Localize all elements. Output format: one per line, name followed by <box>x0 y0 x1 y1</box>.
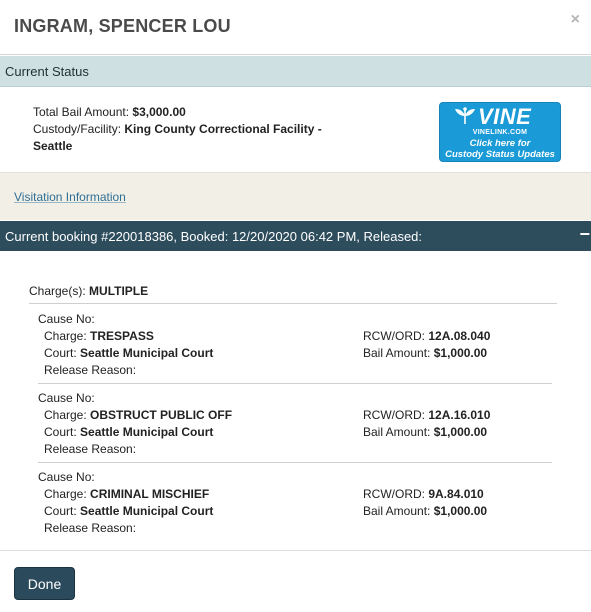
bail-amount-row: Bail Amount: $1,000.00 <box>363 504 487 518</box>
charge-label: Charge: <box>44 329 87 343</box>
rcw-row: RCW/ORD: 9A.84.010 <box>363 487 484 501</box>
cause-number-label: Cause No: <box>38 312 95 326</box>
vine-cta-line1: Click here for <box>469 138 531 149</box>
court-label: Court: <box>44 504 77 518</box>
charge-item: Cause No: Charge: CRIMINAL MISCHIEF Cour… <box>0 470 591 548</box>
vine-logo: VINE <box>454 104 548 129</box>
vine-site-text: VINELINK.COM <box>472 129 528 136</box>
total-bail-row: Total Bail Amount: $3,000.00 <box>33 104 186 121</box>
bail-amount-value: $1,000.00 <box>433 346 488 360</box>
charge-item: Cause No: Charge: OBSTRUCT PUBLIC OFF Co… <box>0 391 591 469</box>
current-status-title: Current Status <box>5 64 89 79</box>
custody-facility-label: Custody/Facility: <box>33 122 122 136</box>
court-row: Court: Seattle Municipal Court <box>44 346 213 360</box>
charges-summary: Charge(s): MULTIPLE <box>29 284 148 298</box>
charge-value: OBSTRUCT PUBLIC OFF <box>90 408 233 422</box>
charge-value: CRIMINAL MISCHIEF <box>90 487 210 501</box>
charges-value: MULTIPLE <box>89 284 149 298</box>
court-value: Seattle Municipal Court <box>80 346 214 360</box>
court-label: Court: <box>44 346 77 360</box>
bail-amount-label: Bail Amount: <box>363 504 431 518</box>
charge-value: TRESPASS <box>90 329 154 343</box>
bail-amount-label: Bail Amount: <box>363 425 431 439</box>
divider <box>38 462 552 463</box>
release-reason-label: Release Reason: <box>44 521 137 535</box>
bail-amount-value: $1,000.00 <box>433 504 488 518</box>
charges-label: Charge(s): <box>29 284 86 298</box>
custody-facility-row: Custody/Facility: King County Correction… <box>33 121 353 155</box>
vine-cta-line2: Custody Status Updates <box>445 149 555 160</box>
release-reason-label: Release Reason: <box>44 442 137 456</box>
visitation-information-link[interactable]: Visitation Information <box>14 190 126 204</box>
bail-amount-row: Bail Amount: $1,000.00 <box>363 425 487 439</box>
charge-row: Charge: OBSTRUCT PUBLIC OFF <box>44 408 232 422</box>
rcw-value: 12A.16.010 <box>428 408 491 422</box>
total-bail-label: Total Bail Amount: <box>33 105 130 119</box>
current-booking-title: Current booking #220018386, Booked: 12/2… <box>5 229 423 244</box>
court-row: Court: Seattle Municipal Court <box>44 425 213 439</box>
charge-label: Charge: <box>44 408 87 422</box>
court-value: Seattle Municipal Court <box>80 504 214 518</box>
rcw-row: RCW/ORD: 12A.08.040 <box>363 329 490 343</box>
charge-row: Charge: CRIMINAL MISCHIEF <box>44 487 209 501</box>
divider <box>38 383 552 384</box>
footer-divider <box>0 550 591 551</box>
total-bail-value: $3,000.00 <box>132 105 186 119</box>
rcw-value: 12A.08.040 <box>428 329 491 343</box>
collapse-icon[interactable]: − <box>579 224 590 245</box>
current-booking-header[interactable]: Current booking #220018386, Booked: 12/2… <box>0 221 591 251</box>
court-row: Court: Seattle Municipal Court <box>44 504 213 518</box>
inmate-name-title: INGRAM, SPENCER LOU <box>14 16 231 36</box>
inmate-details-modal: INGRAM, SPENCER LOU × Current Status Tot… <box>0 0 591 612</box>
cause-number-label: Cause No: <box>38 391 95 405</box>
rcw-row: RCW/ORD: 12A.16.010 <box>363 408 490 422</box>
cause-number-label: Cause No: <box>38 470 95 484</box>
court-value: Seattle Municipal Court <box>80 425 214 439</box>
court-label: Court: <box>44 425 77 439</box>
vine-custody-updates-button[interactable]: VINE VINELINK.COM Click here for Custody… <box>439 102 561 162</box>
bail-amount-label: Bail Amount: <box>363 346 431 360</box>
vine-leaf-icon <box>455 107 475 125</box>
divider <box>29 303 557 304</box>
rcw-label: RCW/ORD: <box>363 487 425 501</box>
rcw-value: 9A.84.010 <box>428 487 484 501</box>
close-icon[interactable]: × <box>571 12 580 28</box>
rcw-label: RCW/ORD: <box>363 329 425 343</box>
release-reason-label: Release Reason: <box>44 363 137 377</box>
vine-logo-text: VINE <box>478 104 532 129</box>
bail-amount-row: Bail Amount: $1,000.00 <box>363 346 487 360</box>
bail-amount-value: $1,000.00 <box>433 425 488 439</box>
rcw-label: RCW/ORD: <box>363 408 425 422</box>
charge-row: Charge: TRESPASS <box>44 329 154 343</box>
done-button[interactable]: Done <box>14 567 75 600</box>
modal-header: INGRAM, SPENCER LOU × <box>0 0 591 55</box>
charge-label: Charge: <box>44 487 87 501</box>
current-status-section-header: Current Status <box>0 56 591 87</box>
charge-item: Cause No: Charge: TRESPASS Court: Seattl… <box>0 312 591 390</box>
visitation-section: Visitation Information <box>0 172 591 220</box>
